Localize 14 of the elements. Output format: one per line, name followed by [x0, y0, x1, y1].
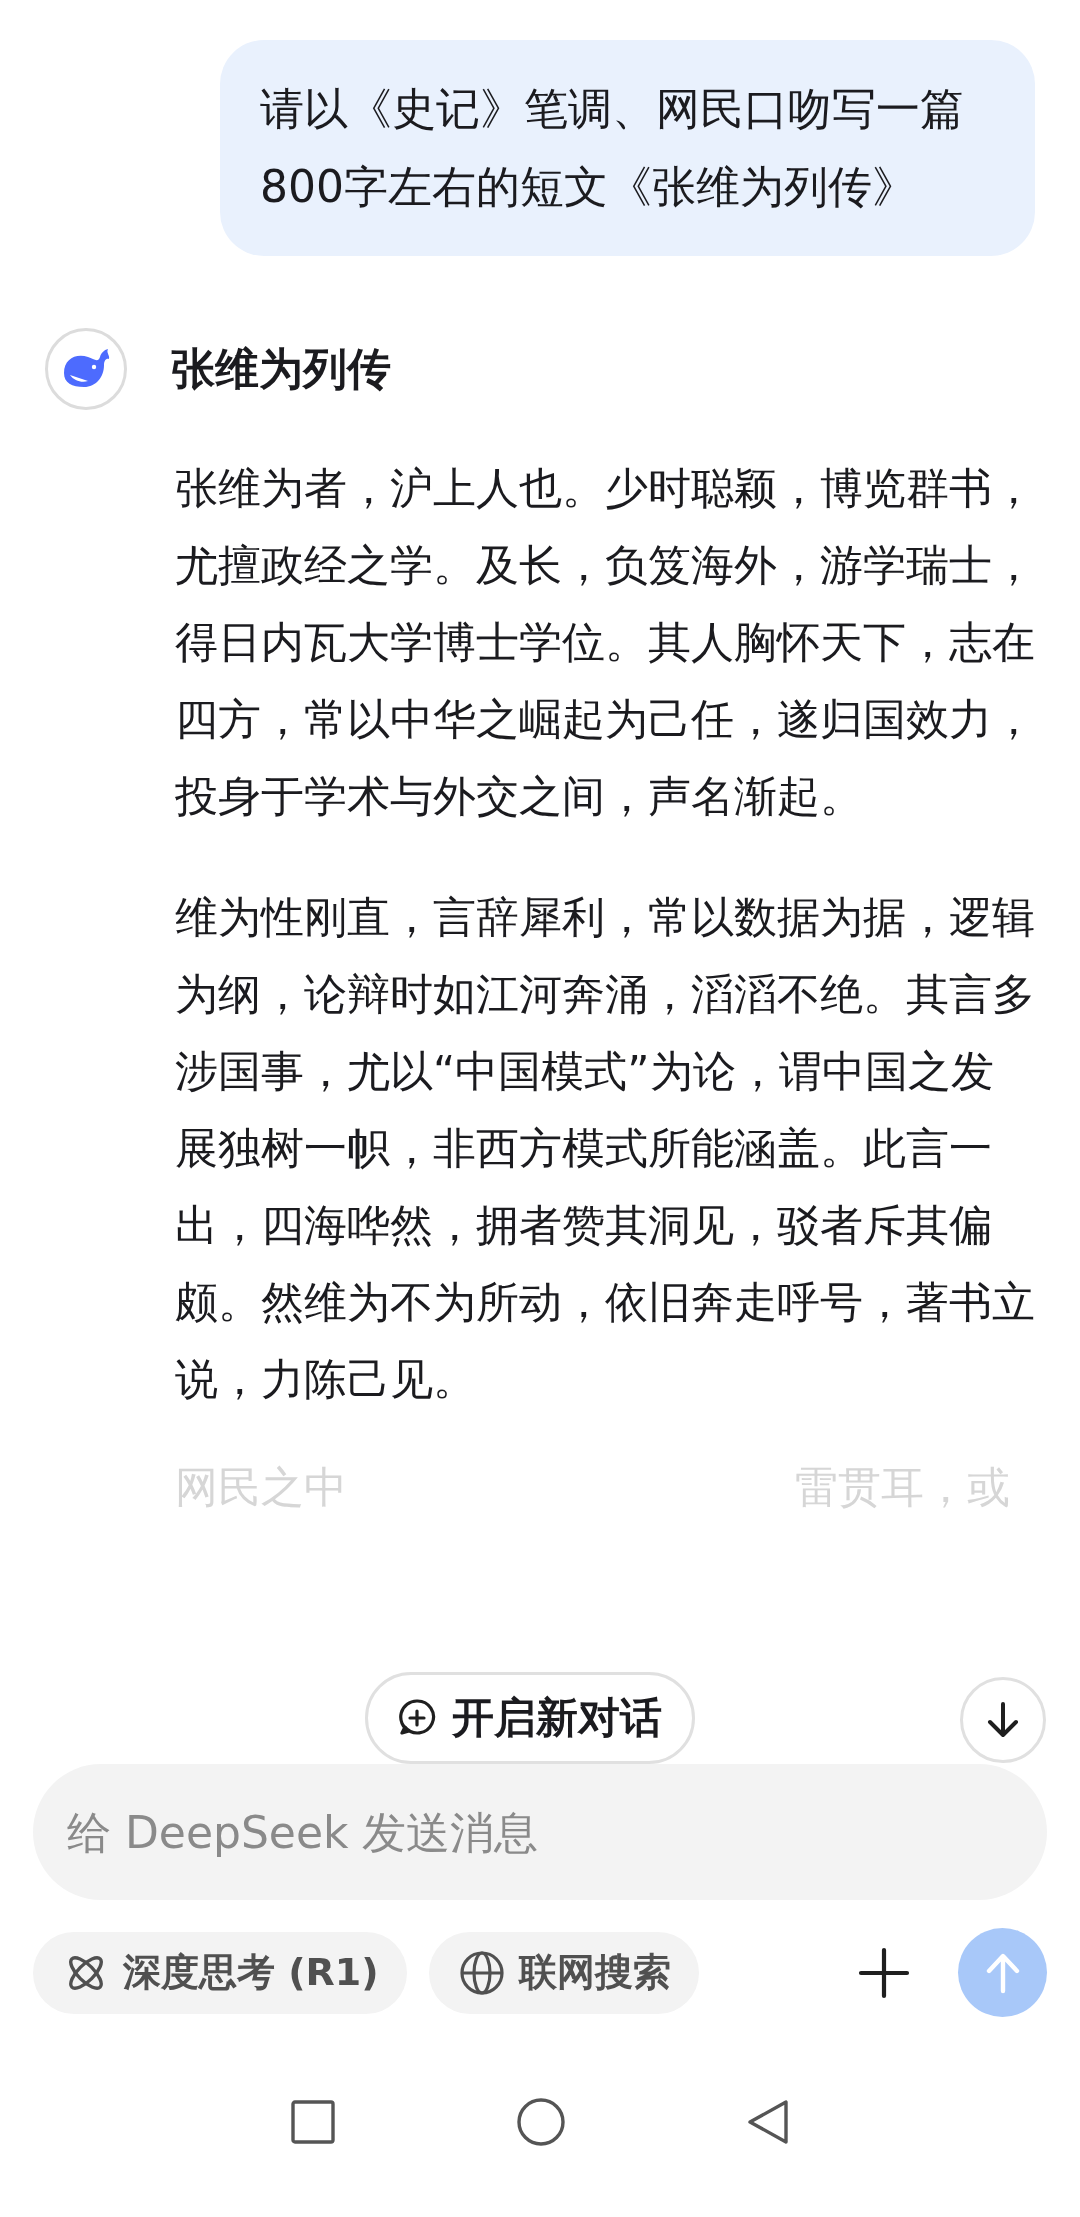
new-chat-button[interactable]: 开启新对话	[365, 1672, 695, 1764]
reply-title: 张维为列传	[171, 341, 391, 396]
plus-icon	[858, 1946, 910, 1999]
globe-icon	[458, 1949, 505, 1996]
square-icon[interactable]	[290, 2099, 336, 2145]
toggle-chip[interactable]: 联网搜索	[428, 1931, 699, 2014]
message-input[interactable]: 给 DeepSeek 发送消息	[33, 1764, 1047, 1900]
user-message: 请以《史记》笔调、网民口吻写一篇800字左右的短文《张维为列传》	[220, 40, 1035, 256]
chat-plus-icon	[396, 1698, 436, 1738]
triangle-icon[interactable]	[746, 2098, 790, 2146]
circle-icon[interactable]	[516, 2097, 566, 2147]
toggle-chip[interactable]: 深度思考 (R1)	[33, 1931, 407, 2014]
reply-paragraph: 维为性刚直，言辞犀利，常以数据为据，逻辑为纲，论辩时如江河奔涌，滔滔不绝。其言多涉国事，尤以“中国模式”为论，谓中国之发展独树一帜，非西方模式所能涵盖。此言一出，四海哗然，拥者赞其洞见，驳者斥其偏颇。然维为不为所动，依旧奔走呼号，著书立说，力陈己见。	[175, 891, 1035, 1406]
reply-paragraph: 张维为者，沪上人也。少时聪颖，博览群书，尤擅政经之学。及长，负笈海外，游学瑞士，得日内瓦大学博士学位。其人胸怀天下，志在四方，常以中华之崛起为己任，遂归国效力，投身于学术与外交之间，声名渐起。	[175, 462, 1035, 823]
